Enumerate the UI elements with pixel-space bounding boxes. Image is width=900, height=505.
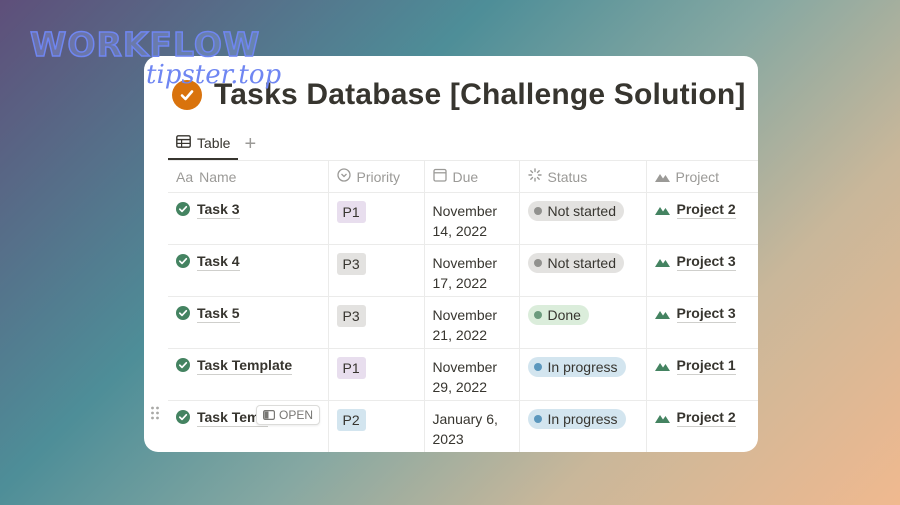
view-tabs: Table + [168,128,256,160]
relation-mountain-icon [654,358,670,374]
tab-table[interactable]: Table [168,128,239,160]
status-badge: Not started [527,253,624,273]
project-cell[interactable]: Project 3 [645,296,758,349]
column-header-name[interactable]: Aa Name [168,160,329,193]
task-name[interactable]: Task Template [197,357,293,375]
watermark-brand: WORKFLOW [29,25,261,64]
page-title[interactable]: Tasks Database [Challenge Solution] [214,78,746,112]
status-dot [533,363,542,371]
project-link[interactable]: Project 3 [676,253,736,271]
due-date: November 14, 2022 [432,203,498,239]
drag-handle-icon[interactable] [150,405,160,426]
project-cell[interactable]: Project 1 [645,348,758,401]
status-cell[interactable]: In progress [518,400,647,452]
due-cell[interactable]: January 6, 2023 [423,400,520,452]
due-date: November 21, 2022 [432,307,498,343]
calendar-icon [432,168,447,185]
column-header-due[interactable]: Due [423,160,520,193]
check-circle-icon [176,253,190,271]
due-date: January 6, 2023 [432,411,498,447]
relation-mountain-icon [654,254,670,270]
open-row-button[interactable]: OPEN [256,405,321,425]
check-circle-icon [176,305,190,323]
status-dot [533,207,542,215]
name-cell[interactable]: Task 5 [168,296,329,349]
select-icon [336,168,351,185]
due-cell[interactable]: November 29, 2022 [423,348,520,401]
status-dot [533,259,542,267]
due-cell[interactable]: November 21, 2022 [423,296,520,349]
priority-cell[interactable]: P3 [327,244,425,297]
priority-tag: P1 [336,201,366,223]
priority-cell[interactable]: P1 [327,192,425,245]
project-cell[interactable]: Project 2 [645,400,758,452]
table-row[interactable]: Task Template P1 November 29, 2022 In progr… [168,348,758,401]
status-cell[interactable]: Not started [518,244,647,297]
table-row[interactable]: Task 3 P1 November 14, 2022 Not started Proj… [168,192,758,245]
status-badge: In progress [527,409,626,429]
task-name[interactable]: Task 4 [197,253,240,271]
open-panel-icon [263,410,275,420]
status-badge: Not started [527,201,624,221]
status-dot [533,415,542,423]
due-cell[interactable]: November 17, 2022 [423,244,520,297]
priority-cell[interactable]: P3 [327,296,425,349]
priority-tag: P1 [336,357,366,379]
table-header-row: Aa Name Priority Due Status Project [168,160,758,193]
check-circle-icon [176,409,190,427]
status-badge: In progress [527,357,626,377]
task-name[interactable]: Task 3 [197,201,240,219]
task-name[interactable]: Task 5 [197,305,240,323]
check-circle-icon [176,201,190,219]
due-date: November 29, 2022 [432,359,498,395]
tasks-table: Aa Name Priority Due Status Project Task … [168,160,758,452]
due-cell[interactable]: November 14, 2022 [423,192,520,245]
table-row[interactable]: Task Temp OPEN P2 January 6, 2023 In progres… [168,400,758,452]
project-link[interactable]: Project 3 [676,305,736,323]
project-link[interactable]: Project 2 [676,201,736,219]
watermark: WORKFLOW tipster.top [29,25,282,90]
status-icon [527,168,542,185]
relation-mountain-icon [654,169,670,185]
project-cell[interactable]: Project 3 [645,244,758,297]
due-date: November 17, 2022 [432,255,498,291]
column-header-status[interactable]: Status [518,160,647,193]
priority-tag: P2 [336,409,366,431]
column-header-priority[interactable]: Priority [327,160,425,193]
tab-label: Table [197,135,231,151]
project-link[interactable]: Project 2 [676,409,736,427]
priority-tag: P3 [336,253,366,275]
table-icon [176,135,191,151]
relation-mountain-icon [654,306,670,322]
column-header-project[interactable]: Project [645,160,758,193]
relation-mountain-icon [654,410,670,426]
status-cell[interactable]: Not started [518,192,647,245]
project-cell[interactable]: Project 2 [645,192,758,245]
priority-tag: P3 [336,305,366,327]
status-dot [533,311,542,319]
table-row[interactable]: Task 5 P3 November 21, 2022 Done Project 3 [168,296,758,349]
table-row[interactable]: Task 4 P3 November 17, 2022 Not started Proj… [168,244,758,297]
check-circle-icon [176,357,190,375]
status-cell[interactable]: Done [518,296,647,349]
project-link[interactable]: Project 1 [676,357,736,375]
notion-page: Tasks Database [Challenge Solution] Tabl… [144,56,758,452]
watermark-domain: tipster.top [146,60,282,90]
status-cell[interactable]: In progress [518,348,647,401]
add-view-button[interactable]: + [244,134,256,154]
name-cell[interactable]: Task 4 [168,244,329,297]
status-badge: Done [527,305,589,325]
text-property-icon: Aa [176,168,194,185]
name-cell[interactable]: Task Template [168,348,329,401]
name-cell[interactable]: Task Temp OPEN [168,400,329,452]
relation-mountain-icon [654,202,670,218]
name-cell[interactable]: Task 3 [168,192,329,245]
priority-cell[interactable]: P2 [327,400,425,452]
priority-cell[interactable]: P1 [327,348,425,401]
